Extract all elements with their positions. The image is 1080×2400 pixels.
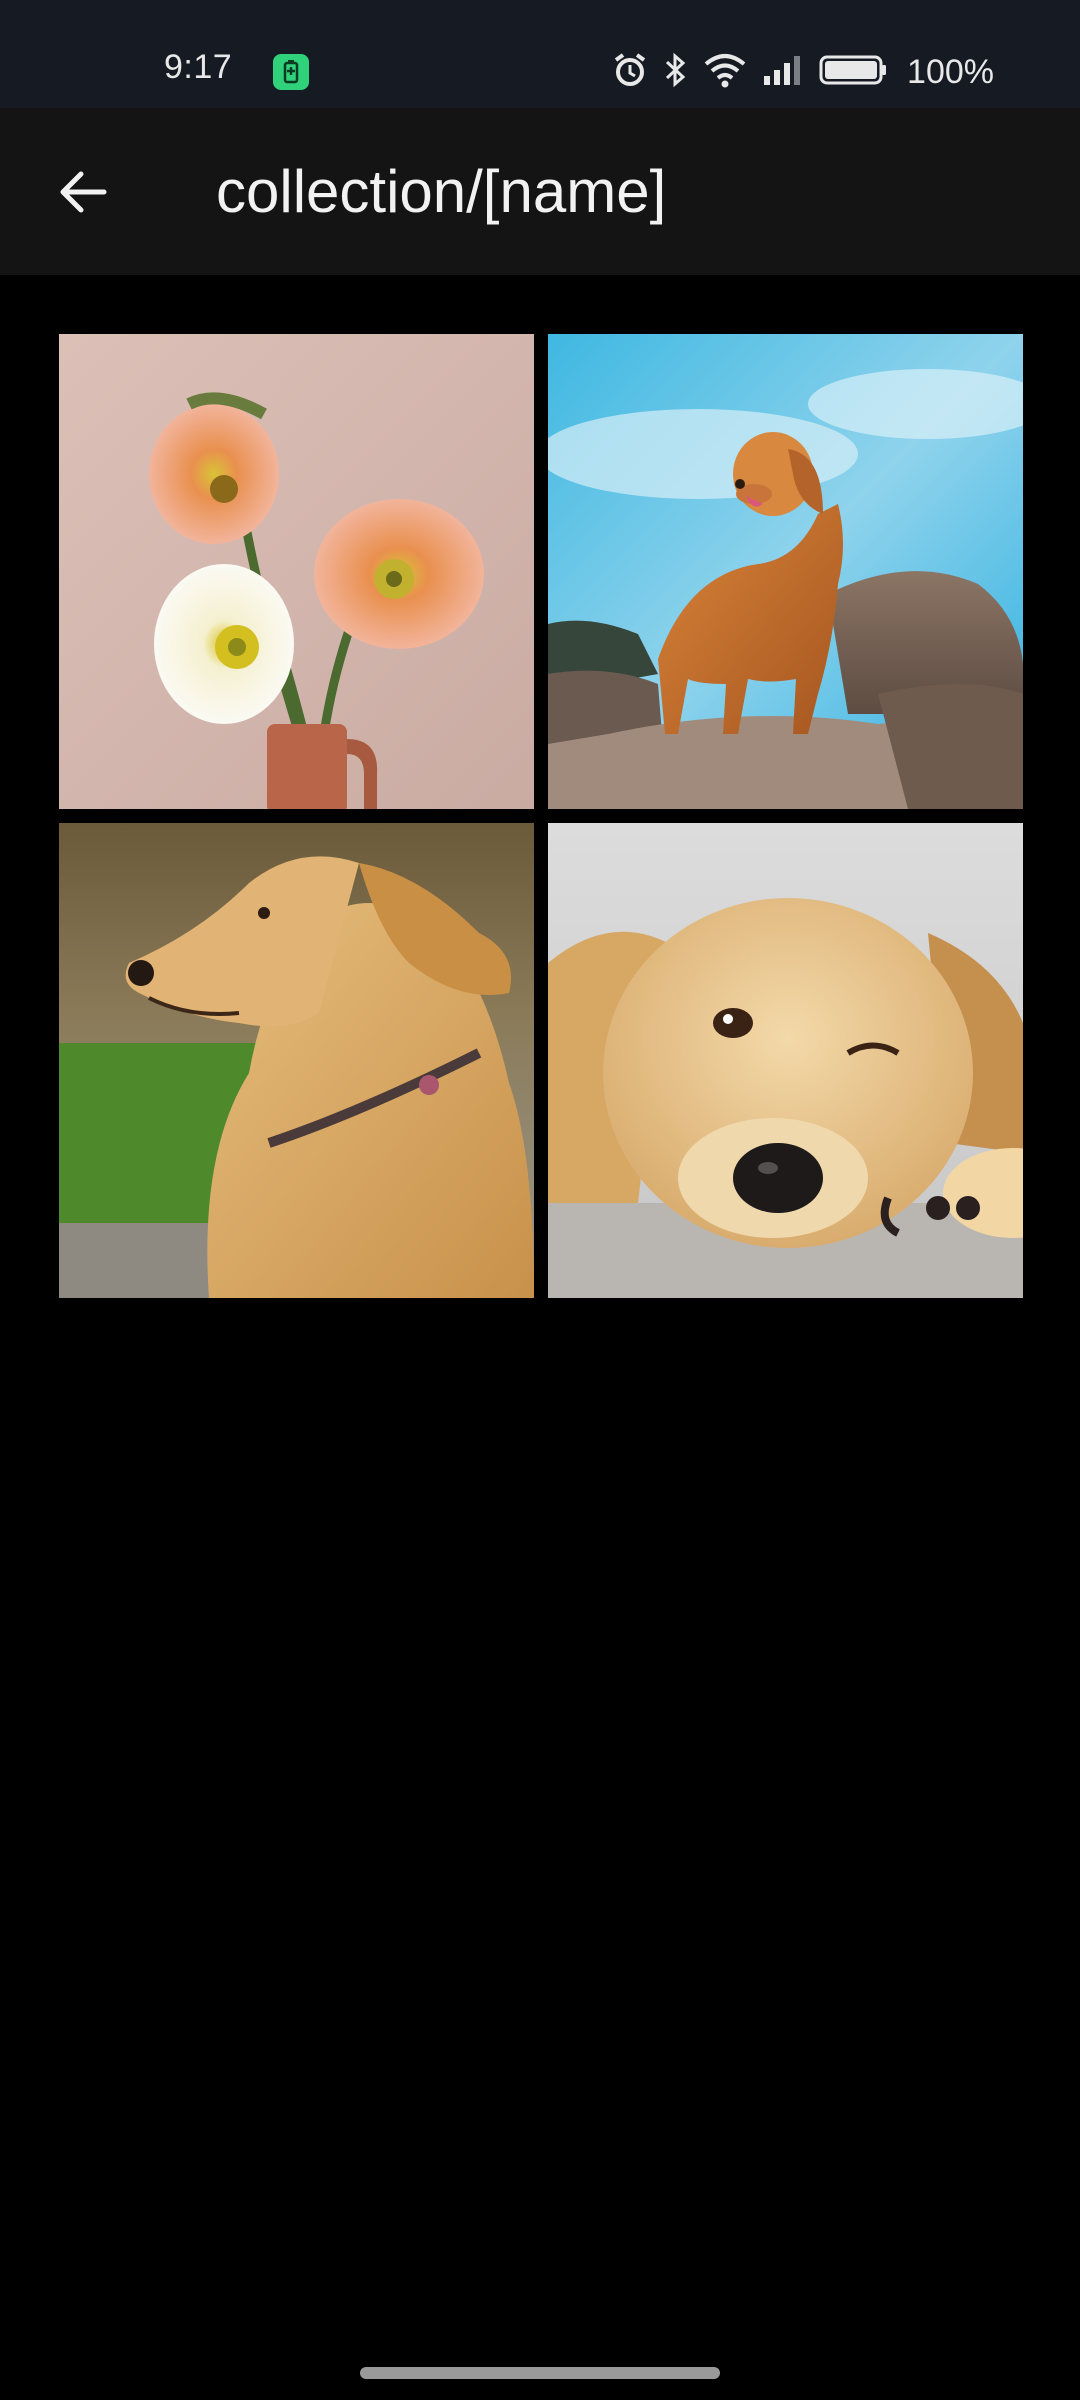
golden-retriever-image — [59, 823, 534, 1298]
status-bar: 9:17 100% — [0, 0, 1080, 108]
puppy-image — [548, 823, 1023, 1298]
image-tile-golden-retriever[interactable] — [59, 823, 534, 1298]
back-button[interactable] — [34, 146, 130, 242]
image-grid — [59, 334, 1023, 1298]
image-tile-puppy[interactable] — [548, 823, 1023, 1298]
flowers-image — [59, 334, 534, 809]
image-tile-flowers[interactable] — [59, 334, 534, 809]
battery-percent: 100% — [907, 52, 994, 91]
image-tile-dog-on-rocks[interactable] — [548, 334, 1023, 809]
arrow-left-icon — [54, 164, 110, 225]
battery-saver-icon — [273, 54, 309, 90]
page-title: collection/[name] — [216, 158, 667, 225]
app-bar: collection/[name] — [0, 108, 1080, 275]
battery-icon — [819, 51, 889, 94]
status-icons: 100% — [611, 50, 994, 94]
signal-icon — [761, 51, 805, 94]
status-time: 9:17 — [164, 48, 233, 86]
gesture-navigation-bar[interactable] — [360, 2367, 720, 2379]
bluetooth-icon — [663, 51, 689, 94]
wifi-icon — [703, 51, 747, 94]
alarm-icon — [611, 51, 649, 94]
dog-on-rocks-image — [548, 334, 1023, 809]
